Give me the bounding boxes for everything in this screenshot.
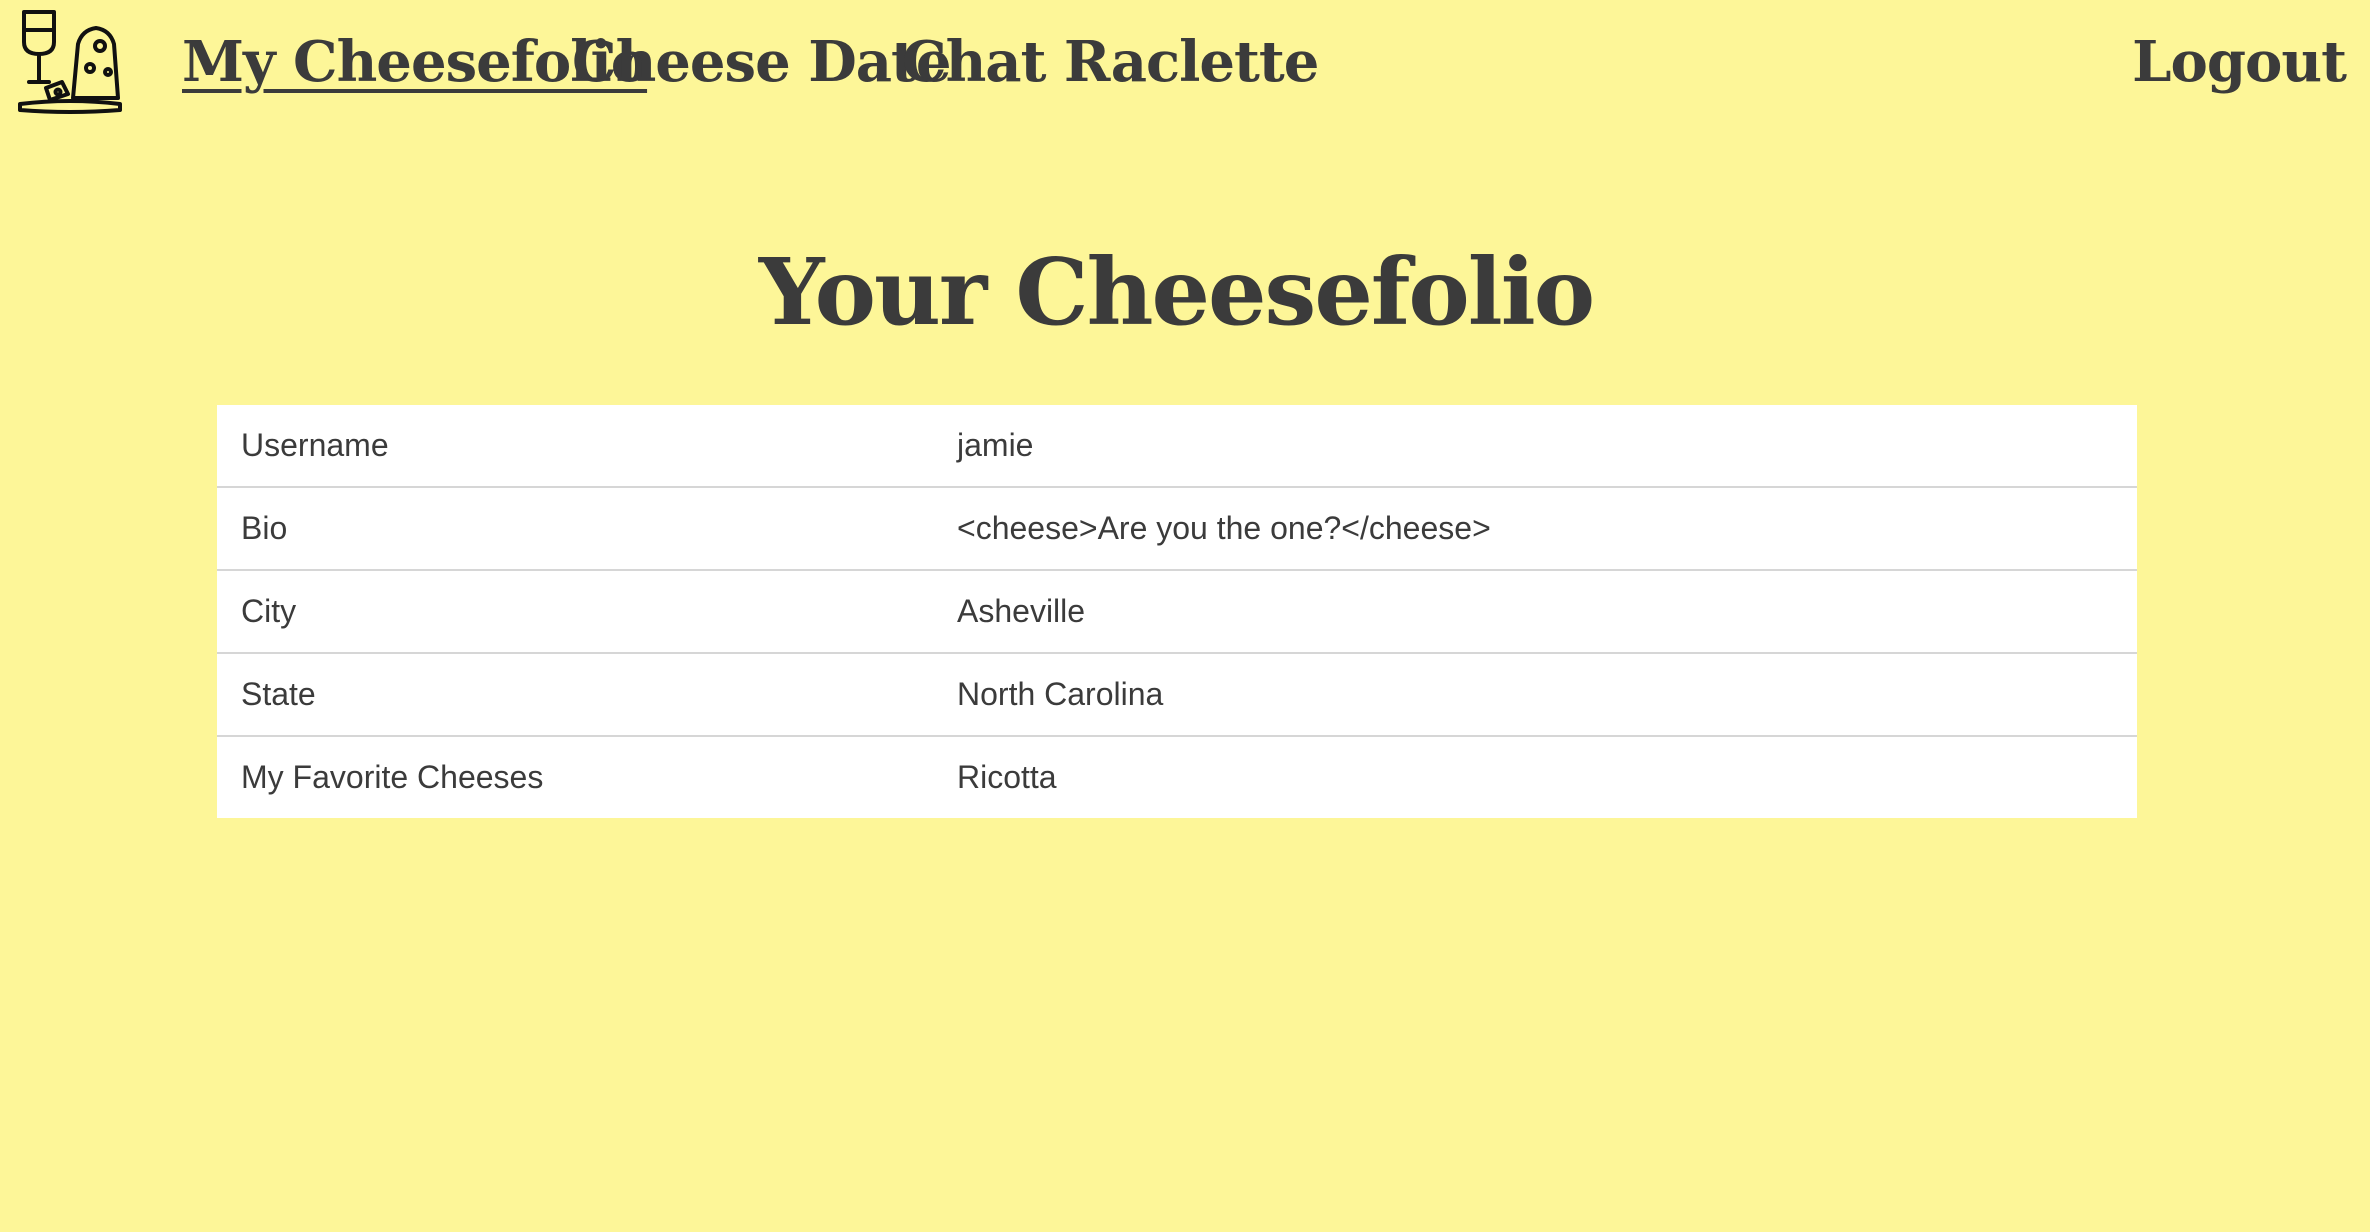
favorite-cheeses-value: Ricotta: [957, 759, 1057, 795]
state-label: State: [217, 653, 933, 737]
logout-link[interactable]: Logout: [2132, 22, 2347, 102]
favorite-cheeses-label: My Favorite Cheeses: [241, 759, 544, 795]
city-label: City: [217, 570, 933, 654]
bio-value: <cheese>Are you the one?</cheese>: [933, 487, 2137, 571]
state-value: North Carolina: [933, 653, 2137, 737]
table-row: Username jamie: [217, 405, 2137, 488]
table-row: State North Carolina: [217, 653, 2137, 737]
table-row: My Favorite Cheeses Ricotta: [217, 736, 2137, 818]
profile-table: Username jamie Bio <cheese>Are you the o…: [217, 405, 2137, 818]
table-row: Bio <cheese>Are you the one?</cheese>: [217, 487, 2137, 571]
page-title: Your Cheesefolio: [758, 238, 1595, 346]
navbar: My Cheesefolio Cheese Date Chat Raclette…: [0, 0, 2370, 120]
city-value: Asheville: [933, 570, 2137, 654]
bio-label: Bio: [217, 487, 933, 571]
nav-link-cheese-date[interactable]: Cheese Date: [572, 22, 952, 102]
wine-and-cheese-board-icon[interactable]: [18, 8, 123, 114]
username-value: jamie: [933, 405, 2137, 488]
nav-link-chat-raclette[interactable]: Chat Raclette: [902, 22, 1319, 102]
table-row: City Asheville: [217, 570, 2137, 654]
username-label: Username: [217, 405, 933, 488]
